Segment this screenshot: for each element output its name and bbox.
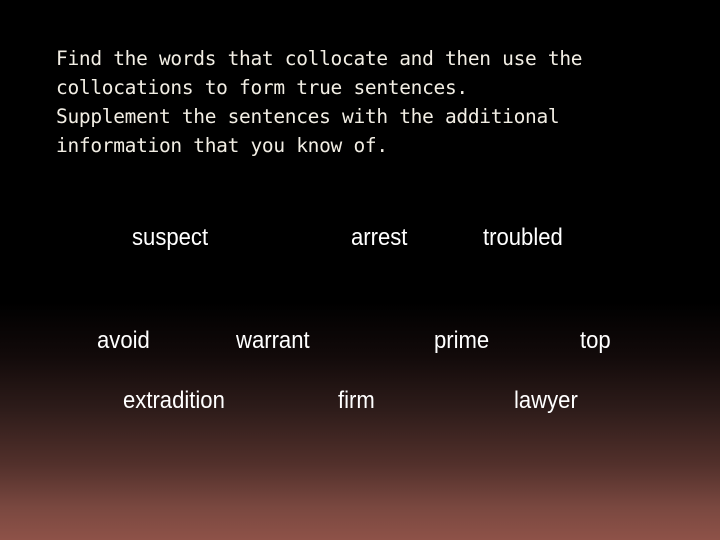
word-extradition: extradition: [123, 387, 225, 414]
word-warrant: warrant: [236, 327, 310, 354]
word-prime: prime: [434, 327, 490, 354]
word-lawyer: lawyer: [514, 387, 578, 414]
word-arrest: arrest: [351, 224, 408, 251]
instructions-text: Find the words that collocate and then u…: [56, 44, 676, 160]
instructions-line: information that you know of.: [56, 134, 388, 157]
word-troubled: troubled: [483, 224, 563, 251]
word-suspect: suspect: [132, 224, 209, 251]
instructions-line: Supplement the sentences with the additi…: [56, 105, 560, 128]
instructions-line: collocations to form true sentences.: [56, 76, 468, 99]
instructions-line: Find the words that collocate and then u…: [56, 47, 583, 70]
word-firm: firm: [338, 387, 375, 414]
word-avoid: avoid: [97, 327, 150, 354]
word-top: top: [580, 327, 611, 354]
